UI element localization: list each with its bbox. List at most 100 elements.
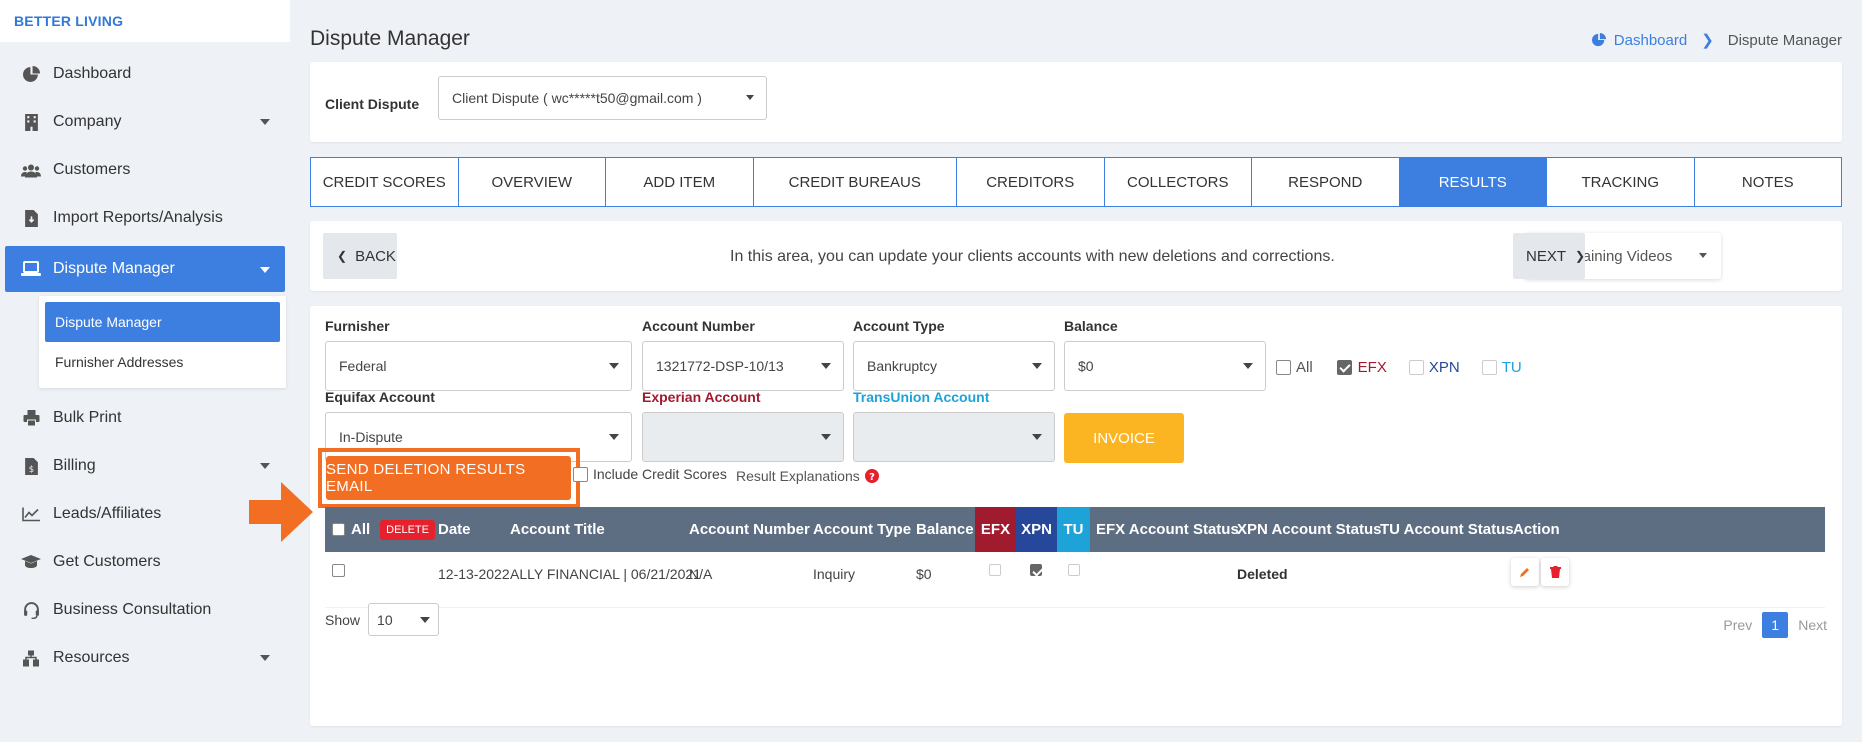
row-efx-checkbox[interactable] — [989, 564, 1001, 576]
col-balance[interactable]: Balance — [916, 521, 974, 538]
sidebar-item-import-reports[interactable]: Import Reports/Analysis — [0, 194, 290, 242]
table-header: All DELETE Date Account Title Account Nu… — [325, 507, 1825, 552]
caret-down-icon — [1699, 253, 1707, 258]
tab-results[interactable]: RESULTS — [1399, 158, 1547, 206]
sidebar-item-resources[interactable]: Resources — [0, 634, 290, 682]
sitemap-icon — [20, 647, 42, 669]
sidebar-item-customers[interactable]: Customers — [0, 146, 290, 194]
tab-overview[interactable]: OVERVIEW — [459, 158, 606, 206]
tab-notes[interactable]: NOTES — [1695, 158, 1842, 206]
col-account-title[interactable]: Account Title — [510, 521, 605, 538]
headset-icon — [20, 599, 42, 621]
caret-down-icon — [260, 463, 270, 469]
row-xpn-checkbox[interactable] — [1030, 564, 1042, 576]
sidebar-item-billing[interactable]: $ Billing — [0, 442, 290, 490]
col-tu[interactable]: TU — [1057, 507, 1090, 552]
experian-account-label: Experian Account — [642, 389, 761, 405]
row-tu-checkbox[interactable] — [1068, 564, 1080, 576]
row-checkbox[interactable] — [332, 564, 345, 577]
tab-credit-scores[interactable]: CREDIT SCORES — [311, 158, 459, 206]
xpn-checkbox[interactable] — [1408, 360, 1424, 375]
invoice-button[interactable]: INVOICE — [1064, 413, 1184, 463]
transunion-account-select[interactable] — [853, 412, 1055, 462]
page-button[interactable]: 1 — [1762, 612, 1789, 638]
sidebar: BETTER LIVING Dashboard Company Customer… — [0, 0, 290, 742]
all-bureaus-checkbox[interactable] — [1276, 360, 1291, 375]
col-account-number[interactable]: Account Number — [689, 521, 810, 538]
dispute-submenu: Dispute Manager Furnisher Addresses — [39, 296, 286, 388]
account-number-select[interactable]: 1321772-DSP-10/13 — [642, 341, 844, 391]
tu-checkbox[interactable] — [1481, 360, 1497, 375]
pointer-arrow-icon — [249, 482, 313, 542]
page-size-select[interactable]: 10 — [368, 603, 440, 636]
edit-button[interactable] — [1511, 558, 1539, 586]
sidebar-item-dispute-manager[interactable]: Dispute Manager — [5, 246, 285, 292]
experian-account-select[interactable] — [642, 412, 844, 462]
client-dispute-select[interactable]: Client Dispute ( wc*****t50@gmail.com ) — [438, 76, 767, 120]
sidebar-item-label: Business Consultation — [53, 601, 212, 618]
sidebar-item-leads-affiliates[interactable]: Leads/Affiliates — [0, 490, 290, 538]
laptop-icon — [20, 258, 42, 280]
tab-creditors[interactable]: CREDITORS — [957, 158, 1105, 206]
balance-select[interactable]: $0 — [1064, 341, 1266, 391]
tab-credit-bureaus[interactable]: CREDIT BUREAUS — [754, 158, 957, 206]
furnisher-select[interactable]: Federal — [325, 341, 632, 391]
breadcrumb-dashboard-link[interactable]: Dashboard — [1591, 32, 1687, 49]
col-xpn[interactable]: XPN — [1016, 507, 1057, 552]
select-all-label: All — [351, 521, 371, 538]
printer-icon — [20, 407, 42, 429]
sidebar-item-label: Dashboard — [53, 65, 132, 82]
col-efx[interactable]: EFX — [975, 507, 1016, 552]
col-efx-status[interactable]: EFX Account Status — [1096, 521, 1239, 538]
breadcrumb-current: Dispute Manager — [1727, 31, 1842, 49]
submenu-item-furnisher-addresses[interactable]: Furnisher Addresses — [45, 342, 280, 382]
sidebar-item-dashboard[interactable]: Dashboard — [0, 50, 290, 98]
pencil-icon — [1520, 568, 1529, 577]
prev-page-button[interactable]: Prev — [1723, 617, 1752, 633]
caret-down-icon — [260, 655, 270, 661]
equifax-account-value: In-Dispute — [339, 429, 403, 445]
next-page-button[interactable]: Next — [1798, 617, 1827, 633]
col-xpn-status[interactable]: XPN Account Status — [1237, 521, 1381, 538]
caret-down-icon — [609, 434, 619, 440]
select-all-checkbox[interactable] — [332, 523, 345, 536]
sidebar-item-business-consultation[interactable]: Business Consultation — [0, 586, 290, 634]
transunion-account-label: TransUnion Account — [853, 389, 990, 405]
sidebar-item-label: Resources — [53, 649, 130, 666]
sidebar-item-get-customers[interactable]: Get Customers — [0, 538, 290, 586]
next-label: NEXT — [1526, 247, 1567, 265]
row-date: 12-13-2022 — [438, 566, 510, 582]
col-date[interactable]: Date — [438, 521, 471, 538]
sidebar-item-bulk-print[interactable]: Bulk Print — [0, 394, 290, 442]
balance-label: Balance — [1064, 318, 1118, 334]
include-credit-scores-checkbox[interactable] — [573, 466, 588, 482]
result-explanations-label: Result Explanations — [736, 468, 860, 484]
efx-checkbox[interactable] — [1336, 360, 1352, 375]
client-dispute-label: Client Dispute — [325, 96, 420, 112]
tab-add-item[interactable]: ADD ITEM — [606, 158, 754, 206]
caret-down-icon — [1032, 363, 1042, 369]
efx-label: EFX — [1357, 359, 1387, 376]
caret-down-icon — [821, 363, 831, 369]
tab-collectors[interactable]: COLLECTORS — [1105, 158, 1252, 206]
account-type-select[interactable]: Bankruptcy — [853, 341, 1055, 391]
send-deletion-results-email-button[interactable]: SEND DELETION RESULTS EMAIL — [326, 456, 571, 500]
next-button[interactable]: NEXT ❯ — [1513, 233, 1585, 279]
delete-row-button[interactable] — [1541, 558, 1569, 586]
sidebar-item-label: Company — [53, 113, 122, 130]
delete-selected-button[interactable]: DELETE — [380, 519, 435, 540]
pagination: Prev 1 Next — [1723, 612, 1827, 638]
result-explanations-link[interactable]: Result Explanations ? — [736, 468, 879, 484]
select-all: All DELETE — [332, 519, 435, 540]
back-button[interactable]: ❮ BACK — [323, 233, 397, 279]
col-tu-status[interactable]: TU Account Status — [1380, 521, 1514, 538]
tab-respond[interactable]: RESPOND — [1252, 158, 1400, 206]
caret-down-icon — [1243, 363, 1253, 369]
submenu-item-dispute-manager[interactable]: Dispute Manager — [45, 302, 280, 342]
include-credit-scores: Include Credit Scores — [573, 466, 727, 482]
page-title: Dispute Manager — [310, 27, 470, 50]
sidebar-item-company[interactable]: Company — [0, 98, 290, 146]
col-account-type[interactable]: Account Type — [813, 521, 911, 538]
tab-tracking[interactable]: TRACKING — [1547, 158, 1695, 206]
sidebar-item-label: Import Reports/Analysis — [53, 209, 223, 226]
